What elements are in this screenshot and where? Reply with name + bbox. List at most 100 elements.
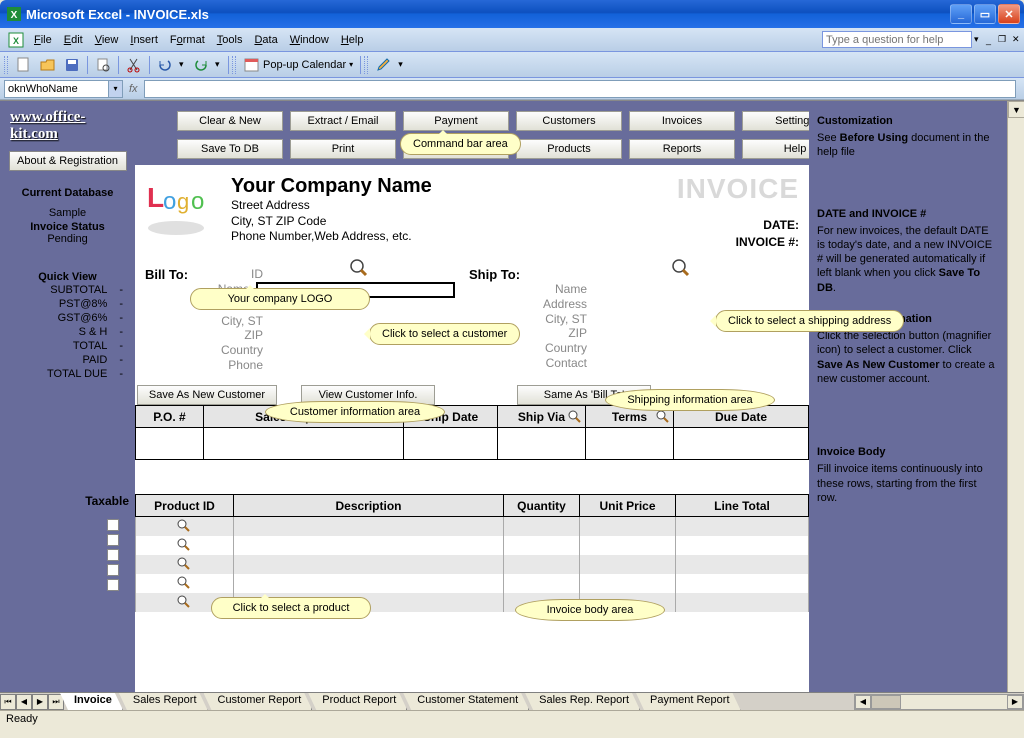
- window-minimize-button[interactable]: _: [950, 4, 972, 24]
- shipto-country-label: Country: [531, 341, 593, 355]
- save-icon[interactable]: [61, 55, 83, 75]
- sheet-tab-invoice[interactable]: Invoice: [60, 693, 123, 710]
- toolbar-grip-icon[interactable]: [4, 56, 8, 74]
- select-customer-button[interactable]: [347, 257, 371, 279]
- workbook-minimize-button[interactable]: _: [986, 35, 996, 45]
- due-date-cell[interactable]: [674, 428, 809, 460]
- select-shipping-button[interactable]: [669, 257, 693, 279]
- print-button[interactable]: Print: [290, 139, 396, 159]
- product-id-cell[interactable]: [136, 574, 234, 593]
- tab-nav-first-button[interactable]: ⏮: [0, 694, 16, 710]
- name-box-dropdown-button[interactable]: ▾: [109, 80, 123, 98]
- design-mode-icon[interactable]: [373, 55, 395, 75]
- company-address-line3: Phone Number,Web Address, etc.: [231, 229, 797, 245]
- menu-bar: X File Edit View Insert Format Tools Dat…: [0, 28, 1024, 52]
- save-to-db-button[interactable]: Save To DB: [177, 139, 283, 159]
- menu-window[interactable]: Window: [284, 32, 335, 48]
- ship-via-cell[interactable]: [498, 428, 586, 460]
- hscroll-left-button[interactable]: ◀: [855, 695, 871, 709]
- name-box-input[interactable]: [4, 80, 109, 98]
- po-cell[interactable]: [136, 428, 204, 460]
- menu-tools[interactable]: Tools: [211, 32, 249, 48]
- sheet-tab-sales-rep-report[interactable]: Sales Rep. Report: [525, 693, 640, 710]
- tab-nav-prev-button[interactable]: ◀: [16, 694, 32, 710]
- toolbar-grip-icon[interactable]: [232, 56, 236, 74]
- vertical-scrollbar[interactable]: ▲ ▼: [1007, 101, 1024, 710]
- taxable-checkbox[interactable]: [107, 564, 119, 576]
- scroll-down-button[interactable]: ▼: [1008, 101, 1024, 118]
- sheet-tab-payment-report[interactable]: Payment Report: [636, 693, 740, 710]
- date-invoice-heading: DATE and INVOICE #: [817, 208, 999, 220]
- undo-dropdown-button[interactable]: ▾: [179, 59, 189, 70]
- standard-toolbar: ▾ ▾ Pop-up Calendar ▾ ▾: [0, 52, 1024, 78]
- redo-icon[interactable]: [190, 55, 212, 75]
- new-icon[interactable]: [13, 55, 35, 75]
- select-product-button[interactable]: [176, 518, 192, 532]
- select-product-button[interactable]: [176, 537, 192, 551]
- col-po: P.O. #: [136, 406, 204, 428]
- menu-data[interactable]: Data: [248, 32, 283, 48]
- horizontal-scrollbar[interactable]: ◀ ▶: [854, 694, 1024, 710]
- taxable-checkbox[interactable]: [107, 519, 119, 531]
- menu-help[interactable]: Help: [335, 32, 370, 48]
- print-preview-icon[interactable]: [92, 55, 114, 75]
- svg-text:L: L: [147, 182, 164, 213]
- about-registration-button[interactable]: About & Registration: [9, 151, 127, 171]
- formula-input[interactable]: [144, 80, 1016, 98]
- menu-view[interactable]: View: [89, 32, 125, 48]
- help-search-input[interactable]: [822, 31, 972, 48]
- product-id-cell[interactable]: [136, 555, 234, 574]
- select-product-button[interactable]: [176, 556, 192, 570]
- quickview-row: TOTAL DUE-: [8, 367, 127, 381]
- reports-button[interactable]: Reports: [629, 139, 735, 159]
- products-button[interactable]: Products: [516, 139, 622, 159]
- workbook-restore-button[interactable]: ❐: [998, 34, 1008, 45]
- select-terms-button[interactable]: [655, 409, 671, 423]
- hscroll-right-button[interactable]: ▶: [1007, 695, 1023, 709]
- fx-icon[interactable]: fx: [129, 83, 138, 95]
- svg-text:o: o: [191, 188, 204, 215]
- sheet-tab-sales-report[interactable]: Sales Report: [119, 693, 208, 710]
- clear-new-button[interactable]: Clear & New: [177, 111, 283, 131]
- save-new-customer-button[interactable]: Save As New Customer: [137, 385, 277, 405]
- taxable-checkbox[interactable]: [107, 579, 119, 591]
- ship-date-cell[interactable]: [404, 428, 498, 460]
- select-ship-via-button[interactable]: [567, 409, 583, 423]
- menu-format[interactable]: Format: [164, 32, 211, 48]
- customers-button[interactable]: Customers: [516, 111, 622, 131]
- product-id-cell[interactable]: [136, 517, 234, 536]
- hscroll-thumb[interactable]: [871, 695, 901, 709]
- window-close-button[interactable]: ✕: [998, 4, 1020, 24]
- excel-doc-icon: X: [8, 32, 24, 48]
- design-dropdown-button[interactable]: ▾: [398, 59, 408, 70]
- workbook-close-button[interactable]: ✕: [1012, 34, 1022, 45]
- redo-dropdown-button[interactable]: ▾: [215, 59, 225, 70]
- sheet-tab-product-report[interactable]: Product Report: [308, 693, 407, 710]
- sheet-tab-customer-statement[interactable]: Customer Statement: [403, 693, 529, 710]
- popup-calendar-button[interactable]: Pop-up Calendar ▾: [240, 55, 357, 75]
- menu-insert[interactable]: Insert: [124, 32, 164, 48]
- toolbar-grip-icon[interactable]: [364, 56, 368, 74]
- payment-button[interactable]: Payment: [403, 111, 509, 131]
- select-product-button[interactable]: [176, 575, 192, 589]
- sheet-tab-customer-report[interactable]: Customer Report: [204, 693, 313, 710]
- billto-country-label: Country: [207, 343, 269, 357]
- taxable-checkbox[interactable]: [107, 534, 119, 546]
- extract-email-button[interactable]: Extract / Email: [290, 111, 396, 131]
- sales-rep-cell[interactable]: [204, 428, 404, 460]
- window-maximize-button[interactable]: ▭: [974, 4, 996, 24]
- cut-icon[interactable]: [123, 55, 145, 75]
- tab-nav-next-button[interactable]: ▶: [32, 694, 48, 710]
- shipto-address-label: Address: [531, 297, 593, 311]
- undo-icon[interactable]: [154, 55, 176, 75]
- select-product-button[interactable]: [176, 594, 192, 608]
- menu-edit[interactable]: Edit: [58, 32, 89, 48]
- invoice-status-heading: Invoice Status: [8, 219, 127, 233]
- taxable-checkbox[interactable]: [107, 549, 119, 561]
- invoices-button[interactable]: Invoices: [629, 111, 735, 131]
- open-icon[interactable]: [37, 55, 59, 75]
- help-dropdown-button[interactable]: ▾: [974, 34, 984, 45]
- terms-cell[interactable]: [586, 428, 674, 460]
- product-id-cell[interactable]: [136, 536, 234, 555]
- menu-file[interactable]: File: [28, 32, 58, 48]
